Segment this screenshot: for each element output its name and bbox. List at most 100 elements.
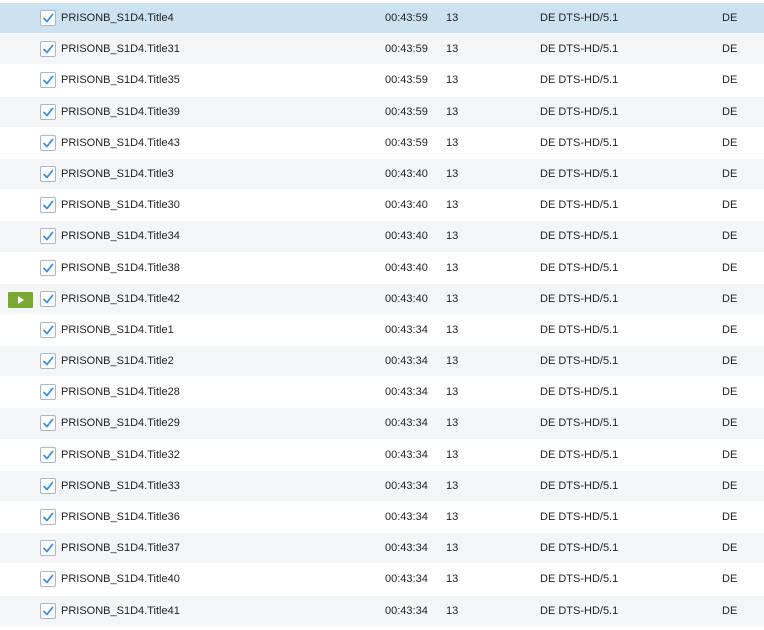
title-row[interactable]: PRISONB_S1D4.Title2 00:43:34 13 DE DTS-HD/5… [0, 346, 764, 378]
title-checkbox[interactable] [40, 103, 56, 120]
title-duration: 00:43:34 [385, 604, 428, 617]
title-row[interactable]: PRISONB_S1D4.Title30 00:43:40 13 DE DTS-HD/… [0, 190, 764, 222]
title-checkbox[interactable] [40, 477, 56, 494]
title-checkbox[interactable] [40, 384, 56, 401]
title-name: PRISONB_S1D4.Title28 [61, 386, 180, 399]
title-audio: DE DTS-HD/5.1 [540, 136, 619, 149]
title-row[interactable]: PRISONB_S1D4.Title38 00:43:40 13 DE DTS-HD/… [0, 252, 764, 284]
checkmark-icon [43, 107, 54, 116]
title-checkbox[interactable] [40, 602, 56, 619]
title-chapters: 13 [446, 604, 459, 617]
title-chapters: 13 [446, 43, 459, 56]
title-chapters: 13 [446, 199, 459, 212]
title-language: DE [722, 448, 738, 461]
title-row[interactable]: PRISONB_S1D4.Title43 00:43:59 13 DE DTS-HD/… [0, 127, 764, 159]
title-audio: DE DTS-HD/5.1 [540, 261, 619, 274]
title-duration: 00:43:40 [385, 167, 428, 180]
title-name: PRISONB_S1D4.Title38 [61, 261, 180, 274]
title-row[interactable]: PRISONB_S1D4.Title39 00:43:59 13 DE DTS-HD/… [0, 96, 764, 128]
title-row[interactable]: PRISONB_S1D4.Title34 00:43:40 13 DE DTS-HD/… [0, 221, 764, 253]
title-language: DE [722, 355, 738, 368]
title-duration: 00:43:34 [385, 542, 428, 555]
title-checkbox[interactable] [40, 134, 56, 151]
title-language: DE [722, 261, 738, 274]
title-row[interactable]: PRISONB_S1D4.Title40 00:43:34 13 DE DTS-HD/… [0, 564, 764, 596]
title-language: DE [722, 74, 738, 87]
title-checkbox[interactable] [40, 72, 56, 89]
title-checkbox[interactable] [40, 509, 56, 525]
title-checkbox[interactable] [40, 41, 56, 58]
title-language: DE [722, 292, 738, 305]
title-chapters: 13 [446, 417, 459, 430]
title-chapters: 13 [446, 573, 459, 586]
title-checkbox[interactable] [40, 415, 56, 432]
title-audio: DE DTS-HD/5.1 [540, 323, 619, 336]
title-row[interactable]: PRISONB_S1D4.Title36 00:43:34 13 DE DTS-HD/… [0, 502, 764, 534]
title-row[interactable]: PRISONB_S1D4.Title28 00:43:34 13 DE DTS-HD/… [0, 377, 764, 409]
title-row[interactable]: PRISONB_S1D4.Title33 00:43:34 13 DE DTS-HD/… [0, 470, 764, 502]
title-chapters: 13 [446, 136, 459, 149]
title-checkbox[interactable] [40, 228, 56, 245]
title-checkbox[interactable] [40, 290, 56, 307]
title-name: PRISONB_S1D4.Title32 [61, 448, 180, 461]
title-name: PRISONB_S1D4.Title42 [61, 292, 180, 305]
title-language: DE [722, 323, 738, 336]
title-row[interactable]: PRISONB_S1D4.Title41 00:43:34 13 DE DTS-HD/… [0, 595, 764, 627]
title-language: DE [722, 417, 738, 430]
title-name: PRISONB_S1D4.Title1 [61, 323, 174, 336]
title-row[interactable]: PRISONB_S1D4.Title32 00:43:34 13 DE DTS-HD/… [0, 439, 764, 471]
title-checkbox[interactable] [40, 197, 56, 214]
title-checkbox[interactable] [40, 353, 56, 370]
checkmark-icon [43, 356, 54, 366]
title-duration: 00:43:34 [385, 417, 428, 430]
title-chapters: 13 [446, 105, 459, 118]
title-duration: 00:43:59 [385, 12, 428, 24]
title-chapters: 13 [446, 261, 459, 274]
title-checkbox[interactable] [40, 259, 56, 276]
checkmark-icon [43, 169, 54, 179]
title-language: DE [722, 199, 738, 212]
title-row[interactable]: PRISONB_S1D4.Title42 00:43:40 13 DE DTS-HD/… [0, 283, 764, 315]
title-checkbox[interactable] [40, 446, 56, 463]
checkmark-icon [43, 512, 54, 522]
title-row[interactable]: PRISONB_S1D4.Title31 00:43:59 13 DE DTS-HD/… [0, 34, 764, 66]
title-list: PRISONB_S1D4.Title4 00:43:59 13 DE DTS-HD/5… [0, 3, 764, 627]
title-checkbox[interactable] [40, 571, 56, 588]
title-chapters: 13 [446, 230, 459, 243]
checkmark-icon [43, 200, 54, 210]
play-button[interactable] [8, 291, 33, 308]
checkmark-icon [43, 419, 54, 428]
title-name: PRISONB_S1D4.Title35 [61, 74, 180, 87]
title-chapters: 13 [446, 542, 459, 555]
title-duration: 00:43:59 [385, 74, 428, 87]
title-name: PRISONB_S1D4.Title34 [61, 230, 180, 243]
title-row[interactable]: PRISONB_S1D4.Title37 00:43:34 13 DE DTS-HD/… [0, 533, 764, 565]
title-name: PRISONB_S1D4.Title41 [61, 604, 180, 617]
title-audio: DE DTS-HD/5.1 [540, 604, 619, 617]
checkmark-icon [43, 138, 54, 148]
title-checkbox[interactable] [40, 165, 56, 182]
title-row[interactable]: PRISONB_S1D4.Title1 00:43:34 13 DE DTS-HD/5… [0, 314, 764, 347]
title-checkbox[interactable] [40, 10, 56, 26]
title-row[interactable]: PRISONB_S1D4.Title3 00:43:40 13 DE DTS-HD/5… [0, 158, 764, 191]
title-language: DE [722, 479, 738, 492]
title-row[interactable]: PRISONB_S1D4.Title35 00:43:59 13 DE DTS-HD/… [0, 65, 764, 97]
title-duration: 00:43:40 [385, 230, 428, 243]
title-duration: 00:43:40 [385, 292, 428, 305]
title-audio: DE DTS-HD/5.1 [540, 167, 619, 180]
title-name: PRISONB_S1D4.Title3 [61, 167, 174, 180]
title-language: DE [722, 136, 738, 149]
title-checkbox[interactable] [40, 321, 56, 338]
title-checkbox[interactable] [40, 540, 56, 557]
checkmark-icon [43, 387, 54, 397]
title-language: DE [722, 43, 738, 56]
title-name: PRISONB_S1D4.Title33 [61, 479, 180, 492]
title-duration: 00:43:34 [385, 386, 428, 399]
title-language: DE [722, 386, 738, 399]
title-chapters: 13 [446, 511, 459, 523]
title-duration: 00:43:59 [385, 105, 428, 118]
title-row[interactable]: PRISONB_S1D4.Title29 00:43:34 13 DE DTS-HD/… [0, 408, 764, 440]
title-audio: DE DTS-HD/5.1 [540, 292, 619, 305]
title-row[interactable]: PRISONB_S1D4.Title4 00:43:59 13 DE DTS-HD/5… [0, 3, 764, 35]
title-chapters: 13 [446, 292, 459, 305]
